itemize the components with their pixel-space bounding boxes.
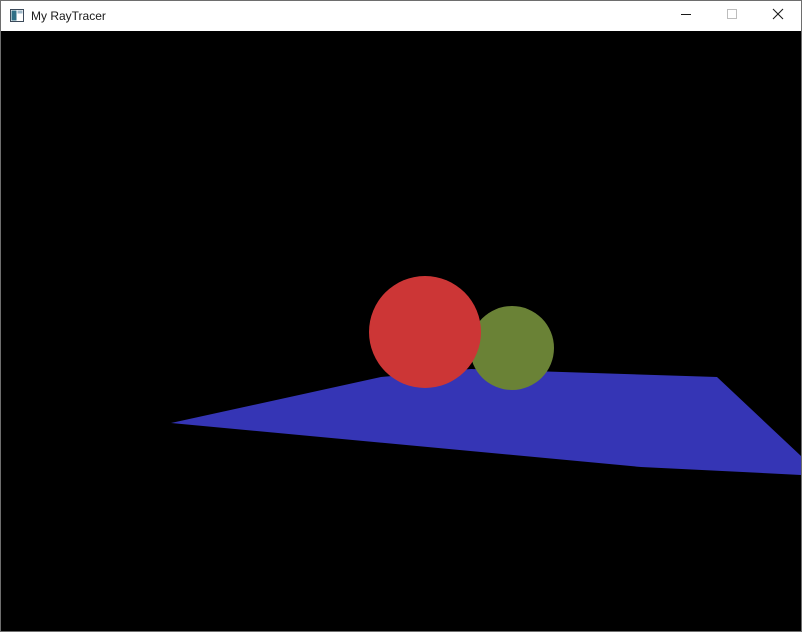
maximize-button[interactable] (709, 1, 755, 31)
close-icon (772, 7, 784, 25)
red-sphere (369, 276, 481, 388)
maximize-icon (726, 7, 738, 25)
render-viewport[interactable] (1, 31, 801, 631)
close-button[interactable] (755, 1, 801, 31)
green-sphere (470, 306, 554, 390)
minimize-button[interactable] (663, 1, 709, 31)
raytracer-window: My RayTracer (0, 0, 802, 632)
title-bar[interactable]: My RayTracer (1, 1, 801, 31)
rendered-scene (1, 31, 801, 631)
window-title: My RayTracer (31, 9, 106, 23)
minimize-icon (680, 7, 692, 25)
app-window-icon (10, 9, 24, 22)
